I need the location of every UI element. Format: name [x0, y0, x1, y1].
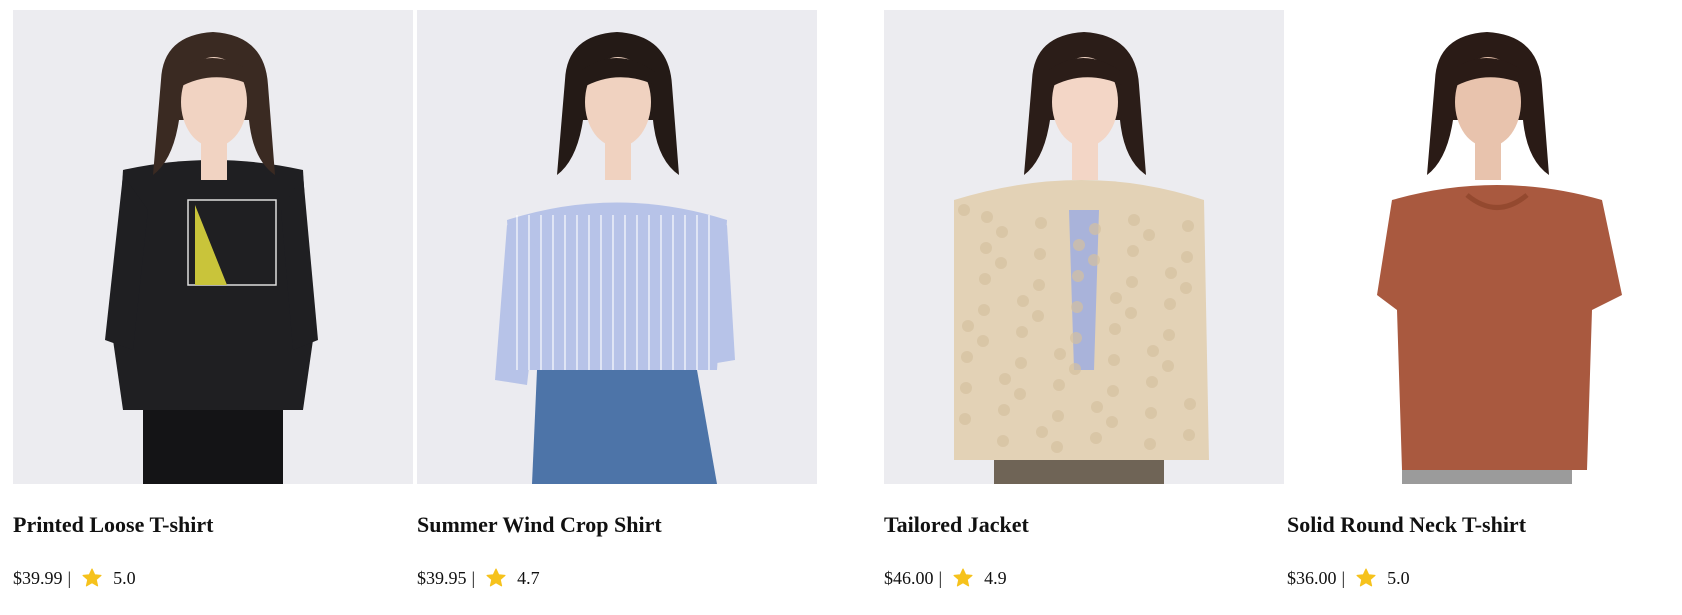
product-image[interactable]: [13, 10, 413, 484]
product-card[interactable]: Summer Wind Crop Shirt $39.95 | 4.7: [417, 10, 817, 610]
product-title[interactable]: Printed Loose T-shirt: [13, 512, 213, 538]
product-image[interactable]: [417, 10, 817, 484]
product-title[interactable]: Solid Round Neck T-shirt: [1287, 512, 1526, 538]
product-price: $39.99: [13, 568, 63, 588]
product-card[interactable]: Tailored Jacket $46.00 | 4.9: [884, 10, 1284, 610]
product-title[interactable]: Tailored Jacket: [884, 512, 1029, 538]
product-meta: $36.00 | 5.0: [1287, 566, 1410, 590]
star-icon: [81, 567, 103, 589]
product-title[interactable]: Summer Wind Crop Shirt: [417, 512, 662, 538]
meta-separator: |: [471, 568, 476, 588]
product-price: $36.00: [1287, 568, 1337, 588]
product-rating: 4.7: [517, 568, 540, 588]
product-rating: 4.9: [984, 568, 1007, 588]
product-rating: 5.0: [113, 568, 136, 588]
meta-separator: |: [67, 568, 72, 588]
product-price: $46.00: [884, 568, 934, 588]
meta-separator: |: [938, 568, 943, 588]
product-image[interactable]: [884, 10, 1284, 484]
star-icon: [1355, 567, 1377, 589]
star-icon: [952, 567, 974, 589]
product-meta: $46.00 | 4.9: [884, 566, 1007, 590]
star-icon: [485, 567, 507, 589]
product-grid: Printed Loose T-shirt $39.99 | 5.0 Summe…: [0, 0, 1682, 615]
meta-separator: |: [1341, 568, 1346, 588]
product-card[interactable]: Solid Round Neck T-shirt $36.00 | 5.0: [1287, 10, 1682, 610]
product-price: $39.95: [417, 568, 467, 588]
product-meta: $39.99 | 5.0: [13, 566, 136, 590]
product-image[interactable]: [1287, 10, 1682, 484]
product-meta: $39.95 | 4.7: [417, 566, 540, 590]
product-card[interactable]: Printed Loose T-shirt $39.99 | 5.0: [13, 10, 413, 610]
product-rating: 5.0: [1387, 568, 1410, 588]
